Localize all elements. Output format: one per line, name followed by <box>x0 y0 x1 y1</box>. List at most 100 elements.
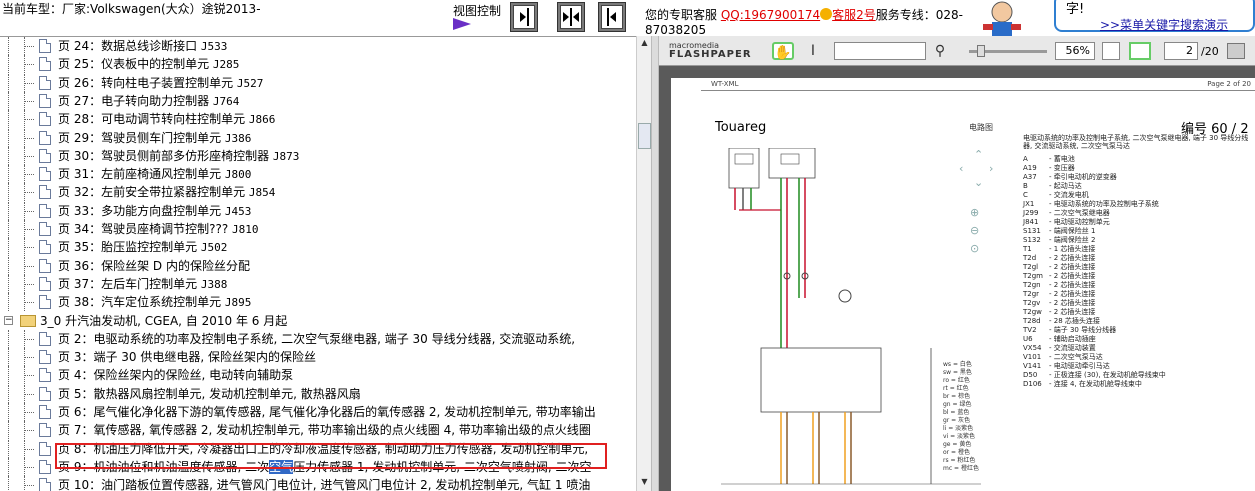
tree-page-label: 页 2：电驱动系统的功率及控制电子系统, 二次空气泵继电器, 端子 30 导线分… <box>58 330 575 348</box>
legend-item: A37 - 牵引电动机的逆变器 <box>1023 173 1166 182</box>
kefu2-link[interactable]: 客服2号 <box>832 8 876 22</box>
tree-line <box>24 229 34 230</box>
page-icon <box>39 368 51 383</box>
page-icon <box>39 478 51 491</box>
view-left-button[interactable] <box>510 2 538 32</box>
doc-header-rule <box>701 90 1255 91</box>
legend-item: TV2 - 端子 30 导线分线器 <box>1023 326 1166 335</box>
legend-item: V101 - 二次空气泵马达 <box>1023 353 1166 362</box>
tree-line <box>8 274 9 293</box>
page-title: 页 26：转向柱电子装置控制单元 <box>58 75 234 90</box>
scroll-up-icon[interactable]: ▲ <box>639 38 650 50</box>
doc-section: 电路图 <box>969 123 993 132</box>
tree-page-label: 页 28：可电动调节转向柱控制单元 J866 <box>58 110 275 129</box>
legend-value: - 2 芯插头连接 <box>1049 263 1096 271</box>
page-title: 页 27：电子转向助力控制器 <box>58 93 210 108</box>
page-total: /20 <box>1201 45 1219 58</box>
header-left: 当前车型：厂家:Volkswagen(大众）途锐2013- 视图控制 <box>0 0 640 36</box>
page-icon <box>39 295 51 310</box>
tree-line <box>8 146 9 165</box>
tree-line <box>8 457 9 476</box>
service-hotline-2: 87038205 <box>645 23 707 37</box>
legend-item: U6 - 辅助启动插座 <box>1023 335 1166 344</box>
page-input[interactable]: 2 <box>1164 42 1198 60</box>
legend-key: T28d <box>1023 317 1041 325</box>
component-code: J388 <box>200 277 228 291</box>
tree-line <box>8 165 9 184</box>
view-right-button[interactable] <box>598 2 626 32</box>
text-select-icon[interactable]: I <box>807 42 819 60</box>
tree-page-label: 页 32：左前安全带拉紧器控制单元 J854 <box>58 183 275 202</box>
panel-divider[interactable] <box>651 36 659 491</box>
legend-key: J299 <box>1023 209 1039 217</box>
tree-page-label: 页 7：氧传感器, 氧传感器 2, 发动机控制单元, 带功率输出级的点火线圈 4… <box>58 421 591 439</box>
doc-header-right: Page 2 of 20 <box>1207 80 1251 88</box>
tree-page-label: 页 4：保险丝架内的保险丝, 电动转向辅助泵 <box>58 366 293 384</box>
legend-key: V101 <box>1023 353 1042 361</box>
legend-value: - 2 芯插头连接 <box>1049 281 1096 289</box>
wire-color-entry: gn = 绿色 <box>943 401 972 408</box>
zoom-slider-handle[interactable] <box>977 45 985 57</box>
legend-item: JX1 - 电驱动系统的功率及控制电子系统 <box>1023 200 1166 209</box>
pan-right-icon[interactable]: › <box>989 162 993 175</box>
search-icon[interactable]: ⚲ <box>932 42 948 60</box>
viewer-toolbar: macromedia FLASHPAPER ✋ I ⚲ 56% 2 /20 <box>659 36 1255 66</box>
panel-left-icon <box>601 5 623 29</box>
view-arrow-icon <box>453 18 471 30</box>
component-code: J502 <box>200 241 228 255</box>
legend-item: A - 蓄电池 <box>1023 155 1166 164</box>
hand-tool-icon[interactable]: ✋ <box>772 42 794 61</box>
legend-value: - 2 芯插头连接 <box>1049 254 1096 262</box>
legend-value: - 连接 4, 在发动机舱导线束中 <box>1049 380 1142 388</box>
page-title: 页 31：左前座椅通风控制单元 <box>58 167 222 182</box>
component-code: J527 <box>236 76 264 90</box>
tree-line <box>8 329 9 348</box>
component-code: J453 <box>224 204 252 218</box>
legend-value: - 端阀保险丝 1 <box>1049 227 1096 235</box>
legend-item: T1 - 1 芯插头连接 <box>1023 245 1166 254</box>
legend-value: - 二次空气泵继电器 <box>1049 209 1110 217</box>
legend-value: - 1 芯插头连接 <box>1049 245 1096 253</box>
zoom-input[interactable]: 56% <box>1055 42 1095 60</box>
legend-key: T2gw <box>1023 308 1042 316</box>
tree-page-label: 页 33：多功能方向盘控制单元 J453 <box>58 202 251 221</box>
page-icon <box>39 258 51 273</box>
scroll-thumb[interactable] <box>638 123 651 149</box>
tree-line <box>24 119 34 121</box>
legend-item: T2gn - 2 芯插头连接 <box>1023 281 1166 290</box>
page-title: 页 6：尾气催化净化器下游的氧传感器, 尾气催化净化器后的氧传感器 2, 发动机… <box>58 405 596 419</box>
component-code: J800 <box>224 168 252 182</box>
wire-color-entry: li = 淡紫色 <box>943 425 974 432</box>
selection-highlight-box <box>55 443 607 469</box>
page-icon <box>39 167 51 182</box>
tree-page-label: 页 31：左前座椅通风控制单元 J800 <box>58 165 251 184</box>
page-title: 页 36：保险丝架 D 内的保险丝分配 <box>58 258 250 273</box>
collapse-icon[interactable]: − <box>4 315 13 325</box>
wire-color-entry: sw = 黑色 <box>943 369 972 376</box>
scroll-down-icon[interactable]: ▼ <box>639 477 650 489</box>
print-icon[interactable] <box>1227 43 1245 59</box>
page-title: 页 24：数据总线诊断接口 <box>58 39 198 53</box>
tree-scrollbar[interactable]: ▲ ▼ <box>636 36 651 491</box>
legend-value: - 交流发电机 <box>1049 191 1089 199</box>
viewer-search-input[interactable] <box>834 42 926 60</box>
fit-page-icon[interactable] <box>1129 42 1151 60</box>
tree-line <box>24 357 34 359</box>
page-icon <box>39 93 51 108</box>
page-icon <box>39 185 51 200</box>
component-code: J895 <box>224 296 252 310</box>
tree-line <box>8 37 9 55</box>
speech-bubble: 字! >>菜单关键字搜索演示 <box>1054 0 1255 32</box>
wire-color-key: ws = 白色 sw = 黑色 ro = 红色 rt = 红色 br = 棕色 gn = … <box>943 361 979 473</box>
tree-line <box>24 155 34 157</box>
tree-line <box>24 466 34 468</box>
tree-line <box>8 55 9 74</box>
fit-width-icon[interactable] <box>1102 42 1120 60</box>
view-both-button[interactable] <box>557 2 585 32</box>
search-demo-link[interactable]: >>菜单关键字搜索演示 <box>1100 16 1228 33</box>
legend-key: A19 <box>1023 164 1037 172</box>
component-code: J854 <box>248 186 276 200</box>
page-icon <box>39 331 51 346</box>
qq-link[interactable]: QQ:1967900174 <box>721 8 820 22</box>
tree-line <box>24 210 34 212</box>
